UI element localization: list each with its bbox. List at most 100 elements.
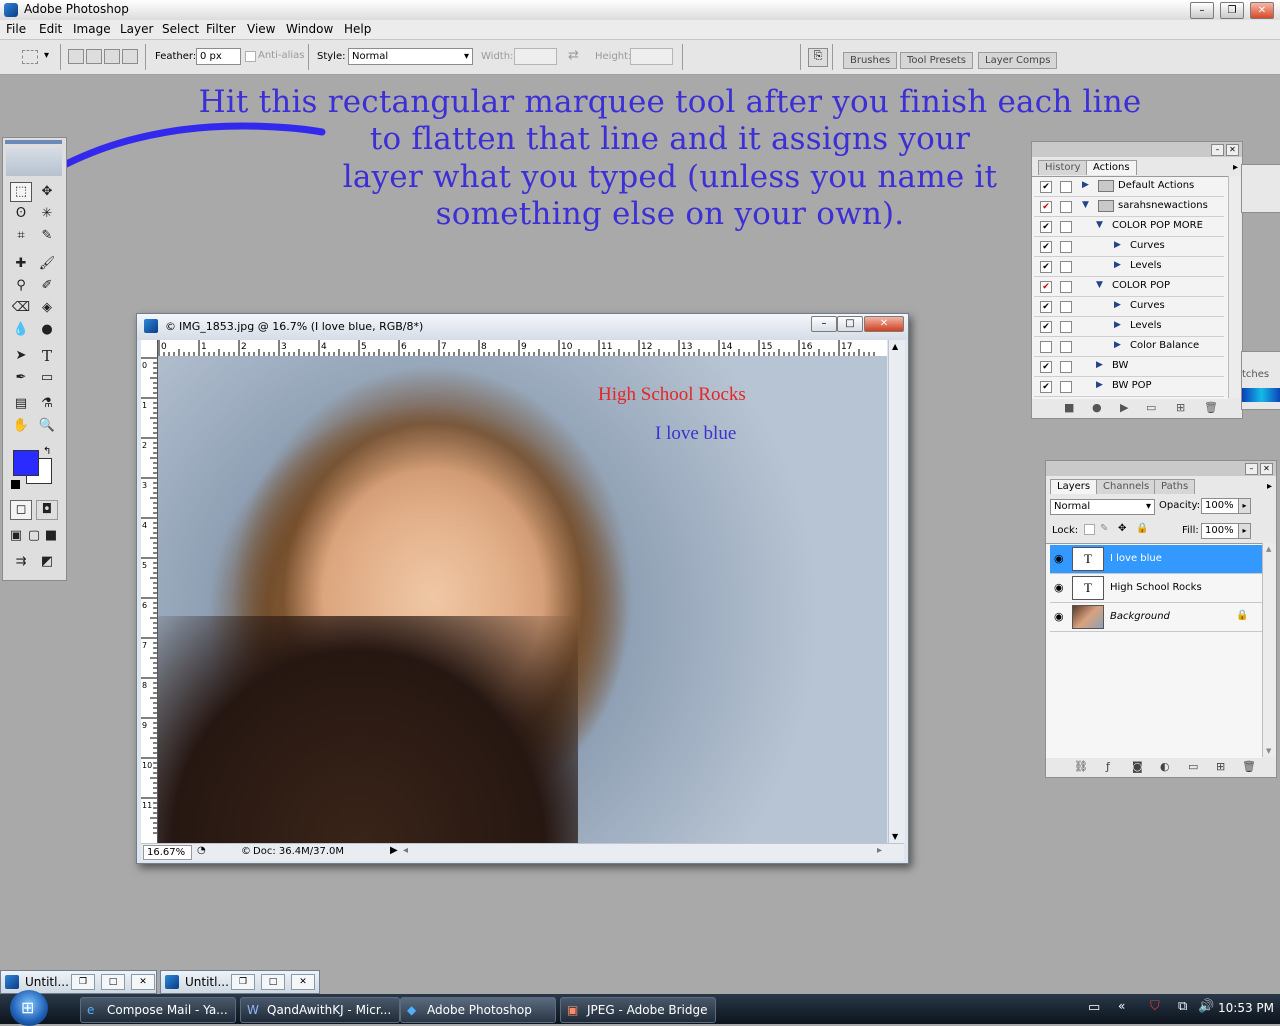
taskbar-item-bridge[interactable]: ▣ JPEG - Adobe Bridge: [560, 997, 716, 1023]
new-selection-icon[interactable]: [68, 49, 84, 64]
standard-mode-icon[interactable]: ◻: [10, 500, 32, 520]
hidden-panel-top[interactable]: [1241, 164, 1280, 213]
taskbar-item-photoshop[interactable]: ◆ Adobe Photoshop: [400, 997, 556, 1023]
scroll-left-icon[interactable]: ◂: [403, 845, 408, 856]
layers-scroll-up-icon[interactable]: ▲: [1266, 545, 1271, 553]
restore-button[interactable]: ❐: [1220, 2, 1244, 19]
menu-filter[interactable]: Filter: [206, 22, 236, 36]
new-action-icon[interactable]: ⊞: [1176, 401, 1185, 414]
swatches-panel-edge[interactable]: tches: [1241, 351, 1280, 410]
fill-input[interactable]: 100%: [1201, 523, 1240, 539]
path-selection-tool-icon[interactable]: ➤: [10, 346, 32, 366]
expand-closed-icon[interactable]: ▶: [1096, 380, 1103, 390]
doc-maximize-button[interactable]: □: [837, 316, 863, 332]
doc-minimize-button[interactable]: –: [811, 316, 837, 332]
new-set-icon[interactable]: ▭: [1146, 401, 1156, 414]
dialog-toggle-checkbox[interactable]: [1060, 201, 1072, 213]
menu-file[interactable]: File: [6, 22, 26, 36]
action-row[interactable]: ▶ Color Balance: [1034, 337, 1224, 357]
ruler-origin[interactable]: [141, 340, 158, 357]
minimized-close-icon[interactable]: ✕: [131, 974, 155, 990]
blur-tool-icon[interactable]: 💧: [10, 320, 32, 340]
blend-mode-select[interactable]: Normal ▾: [1050, 499, 1155, 515]
move-tool-icon[interactable]: ✥: [36, 182, 58, 202]
layers-menu-arrow-icon[interactable]: ▸: [1267, 481, 1272, 492]
antialias-checkbox[interactable]: [245, 51, 256, 62]
layer-row[interactable]: ◉ T I love blue: [1050, 545, 1262, 574]
tab-layer-comps[interactable]: Layer Comps: [978, 52, 1058, 69]
minimized-window-2[interactable]: Untitl... ❐ □ ✕: [160, 970, 320, 994]
screen-mode-standard-icon[interactable]: ▣: [8, 526, 24, 546]
menu-select[interactable]: Select: [162, 22, 199, 36]
swap-colors-icon[interactable]: ↰: [43, 446, 51, 457]
minimized-maximize-icon[interactable]: □: [261, 974, 285, 990]
dialog-toggle-checkbox[interactable]: [1060, 221, 1072, 233]
foreground-color-swatch[interactable]: [13, 450, 39, 476]
close-button[interactable]: ✕: [1250, 2, 1274, 19]
swatch-strip[interactable]: [1242, 388, 1280, 402]
stop-action-icon[interactable]: ■: [1064, 401, 1074, 414]
tab-actions[interactable]: Actions: [1086, 160, 1137, 175]
action-toggle-checkbox[interactable]: ✔: [1040, 201, 1052, 213]
dialog-toggle-checkbox[interactable]: [1060, 361, 1072, 373]
action-toggle-checkbox[interactable]: ✔: [1040, 281, 1052, 293]
action-toggle-checkbox[interactable]: ✔: [1040, 381, 1052, 393]
menu-image[interactable]: Image: [73, 22, 111, 36]
lock-transparency-icon[interactable]: [1084, 524, 1095, 535]
adjustment-layer-icon[interactable]: ◐: [1160, 760, 1170, 773]
vertical-scrollbar[interactable]: ▲ ▼: [888, 340, 905, 843]
link-layers-icon[interactable]: ⛓: [1074, 760, 1088, 773]
menu-help[interactable]: Help: [344, 22, 371, 36]
action-toggle-checkbox[interactable]: ✔: [1040, 301, 1052, 313]
layer-row[interactable]: ◉ T High School Rocks: [1050, 574, 1262, 603]
network-icon[interactable]: ▭: [1088, 1000, 1100, 1015]
clock[interactable]: 10:53 PM: [1218, 1001, 1274, 1015]
zoom-field[interactable]: 16.67%: [143, 845, 192, 860]
feather-input[interactable]: 0 px: [196, 48, 241, 65]
eyedropper-tool-icon[interactable]: ⚗: [36, 394, 58, 414]
new-group-icon[interactable]: ▭: [1188, 760, 1198, 773]
fill-slider-arrow-icon[interactable]: ▸: [1238, 523, 1251, 539]
dialog-toggle-checkbox[interactable]: [1060, 321, 1072, 333]
panel-menu-arrow-icon[interactable]: ▸: [1233, 162, 1238, 173]
tab-swatches-partial[interactable]: tches: [1242, 369, 1269, 380]
action-row[interactable]: ✔ ▼ sarahsnewactions: [1034, 197, 1224, 217]
marquee-preset-icon[interactable]: [22, 50, 38, 64]
tab-layers[interactable]: Layers: [1050, 479, 1098, 494]
doc-close-button[interactable]: ✕: [864, 316, 904, 332]
delete-action-icon[interactable]: 🗑: [1204, 401, 1218, 414]
zoom-tool-icon[interactable]: 🔍: [36, 416, 58, 436]
expand-closed-icon[interactable]: ▶: [1114, 260, 1121, 270]
preview-icon[interactable]: ◔: [197, 845, 206, 856]
layer-mask-icon[interactable]: ◙: [1132, 760, 1143, 773]
jump-to-imageready-icon[interactable]: ⇉: [10, 552, 32, 572]
action-toggle-checkbox[interactable]: ✔: [1040, 221, 1052, 233]
delete-layer-icon[interactable]: 🗑: [1242, 760, 1256, 773]
layers-panel-header[interactable]: – ✕: [1046, 461, 1276, 476]
expand-open-icon[interactable]: ▼: [1096, 280, 1103, 290]
dialog-toggle-checkbox[interactable]: [1060, 341, 1072, 353]
tab-brushes[interactable]: Brushes: [843, 52, 898, 69]
lock-pixels-icon[interactable]: ✎: [1100, 523, 1108, 534]
minimized-maximize-icon[interactable]: □: [101, 974, 125, 990]
adobe-online-feather-icon[interactable]: [6, 148, 62, 176]
action-toggle-checkbox[interactable]: ✔: [1040, 261, 1052, 273]
actions-scrollbar[interactable]: [1228, 176, 1241, 398]
action-row[interactable]: ✔ ▶ Levels: [1034, 257, 1224, 277]
menu-view[interactable]: View: [247, 22, 275, 36]
magic-wand-tool-icon[interactable]: ✳: [36, 204, 58, 224]
opacity-slider-arrow-icon[interactable]: ▸: [1238, 498, 1251, 514]
show-hidden-icons-icon[interactable]: «: [1118, 999, 1125, 1013]
scroll-right-icon[interactable]: ▸: [877, 845, 882, 856]
tab-paths[interactable]: Paths: [1154, 479, 1196, 494]
dialog-toggle-checkbox[interactable]: [1060, 301, 1072, 313]
expand-closed-icon[interactable]: ▶: [1114, 240, 1121, 250]
rectangular-marquee-tool-icon[interactable]: ⬚: [10, 182, 32, 202]
dialog-toggle-checkbox[interactable]: [1060, 381, 1072, 393]
action-row[interactable]: ✔ ▶ Levels: [1034, 317, 1224, 337]
security-shield-icon[interactable]: ⛉: [1150, 999, 1160, 1014]
actions-panel-header[interactable]: – ✕: [1032, 142, 1242, 157]
layers-scroll-down-icon[interactable]: ▼: [1266, 747, 1271, 755]
layer-visibility-eye-icon[interactable]: ◉: [1054, 581, 1064, 594]
tab-history[interactable]: History: [1038, 160, 1088, 175]
